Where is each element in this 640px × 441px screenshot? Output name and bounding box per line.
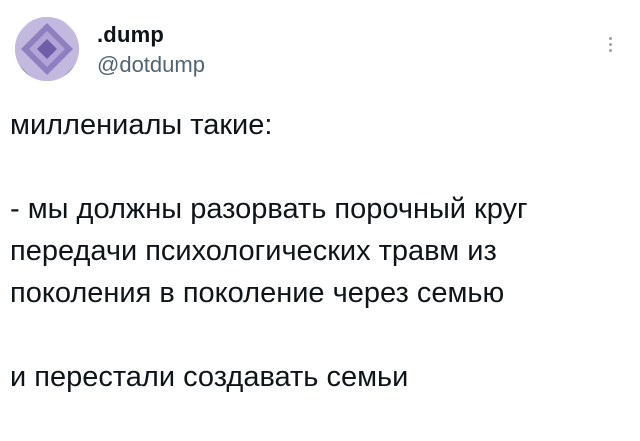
diamond-pattern-icon [15,17,79,81]
tweet-line: передачи психологических травм из [10,235,497,267]
tweet-card: .dump @dotdump миллениалы такие: - мы до… [0,0,640,441]
more-dot [608,49,612,52]
more-dot [608,43,612,46]
avatar[interactable] [15,17,79,81]
more-dot [608,37,612,40]
tweet-text: миллениалы такие: - мы должны разорвать … [10,104,635,398]
tweet-line: - мы должны разорвать порочный круг [10,193,528,225]
author-display-name[interactable]: .dump [97,22,164,48]
more-options-icon[interactable] [602,34,618,62]
author-handle[interactable]: @dotdump [97,52,205,78]
tweet-line: и перестали создавать семьи [10,361,409,393]
tweet-line: поколения в поколение через семью [10,277,505,309]
tweet-line: миллениалы такие: [10,109,273,141]
